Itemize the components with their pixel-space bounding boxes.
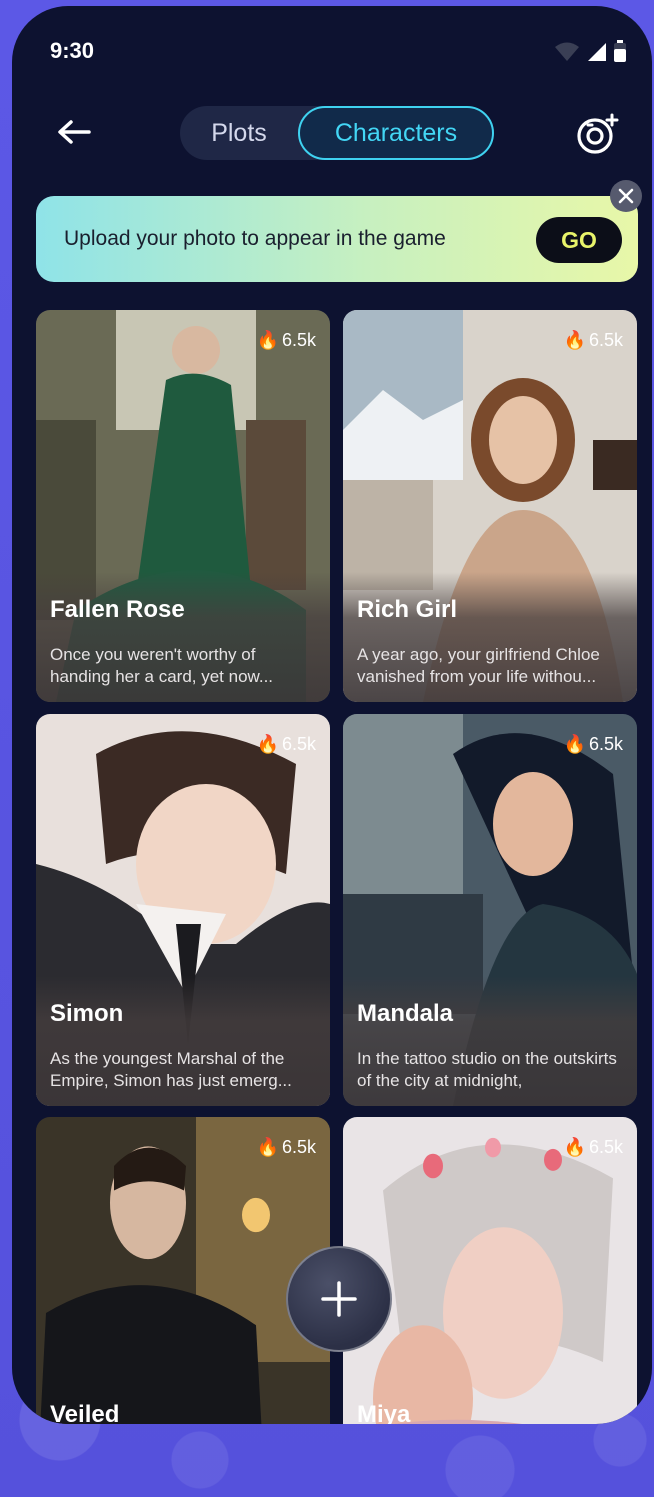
popularity-badge: 🔥 6.5k: [563, 330, 623, 350]
fire-icon: 🔥: [563, 330, 586, 350]
signal-icon: [588, 43, 606, 61]
character-description: A year ago, your girlfriend Chloe vanish…: [357, 645, 600, 686]
popularity-badge: 🔥 6.5k: [256, 1137, 316, 1157]
fire-icon: 🔥: [256, 1137, 279, 1157]
character-name: Mandala: [357, 1000, 454, 1027]
popularity-badge: 🔥 6.5k: [256, 734, 316, 754]
fire-icon: 🔥: [563, 1137, 586, 1157]
character-card[interactable]: 🔥 6.5k Rich Girl A year ago, your girlfr…: [343, 310, 637, 702]
character-description: As the youngest Marshal of the Empire, S…: [50, 1049, 292, 1090]
banner-text: Upload your photo to appear in the game: [64, 227, 446, 250]
back-button[interactable]: [52, 114, 96, 150]
fire-icon: 🔥: [563, 734, 586, 754]
battery-icon: [614, 40, 626, 62]
status-time: 9:30: [50, 38, 95, 63]
character-card[interactable]: 🔥 6.5k Fallen Rose Once you weren't wort…: [36, 310, 330, 702]
popularity-badge: 🔥 6.5k: [256, 330, 316, 350]
tab-characters[interactable]: Characters: [298, 106, 494, 160]
character-name: Veiled: [50, 1401, 120, 1424]
tab-plots[interactable]: Plots: [180, 106, 298, 160]
character-card[interactable]: 🔥 6.5k Veiled: [36, 1117, 330, 1424]
character-card[interactable]: 🔥 6.5k Miya: [343, 1117, 637, 1424]
arrow-left-icon: [58, 120, 91, 144]
fire-icon: 🔥: [256, 330, 279, 350]
status-icons: [554, 40, 626, 62]
character-image: [343, 1117, 637, 1424]
close-icon: [618, 188, 634, 204]
add-character-button[interactable]: [286, 1246, 392, 1352]
character-card[interactable]: 🔥 6.5k Simon As the youngest Marshal of …: [36, 714, 330, 1106]
character-image: [36, 1117, 330, 1424]
character-name: Miya: [357, 1401, 411, 1424]
popularity-badge: 🔥 6.5k: [563, 734, 623, 754]
wifi-icon: [555, 42, 579, 61]
fire-icon: 🔥: [256, 734, 279, 754]
character-name: Rich Girl: [357, 596, 458, 623]
tab-switcher: Plots Characters: [180, 106, 494, 160]
upload-photo-button[interactable]: [576, 112, 620, 156]
go-button[interactable]: GO: [536, 217, 622, 263]
character-name: Fallen Rose: [50, 596, 185, 623]
character-description: Once you weren't worthy of handing her a…: [50, 645, 274, 686]
upload-banner[interactable]: Upload your photo to appear in the game …: [36, 196, 638, 282]
camera-plus-icon: [577, 113, 619, 154]
popularity-badge: 🔥 6.5k: [563, 1137, 623, 1157]
close-banner-button[interactable]: [610, 180, 642, 212]
character-name: Simon: [50, 1000, 124, 1027]
character-card[interactable]: 🔥 6.5k Mandala In the tattoo studio on t…: [343, 714, 637, 1106]
phone-screen: 9:30 Plots Characters Upload your photo …: [12, 6, 652, 1424]
plus-icon: [321, 1281, 357, 1317]
character-description: In the tattoo studio on the outskirts of…: [357, 1049, 617, 1090]
